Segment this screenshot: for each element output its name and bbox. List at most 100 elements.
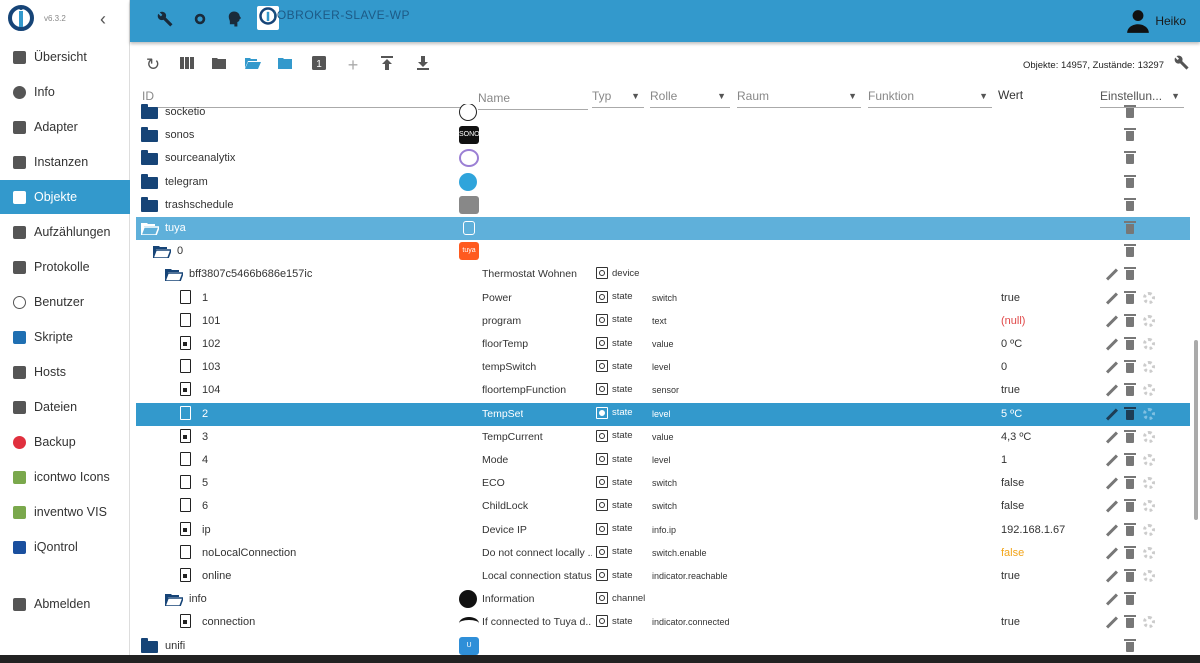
custom-settings-gear-icon[interactable] (1141, 406, 1157, 422)
delete-trash-icon[interactable] (1122, 522, 1138, 538)
delete-trash-icon[interactable] (1122, 406, 1138, 422)
delete-trash-icon[interactable] (1122, 475, 1138, 491)
object-value[interactable]: (null) (1001, 315, 1025, 327)
tree-row[interactable]: 6 ChildLock state switch false (136, 495, 1190, 518)
tree-row[interactable]: sourceanalytix (136, 147, 1190, 170)
delete-trash-icon[interactable] (1122, 614, 1138, 630)
sidebar-item-icontwo-icons[interactable]: icontwo Icons (0, 460, 130, 494)
custom-settings-gear-icon[interactable] (1141, 359, 1157, 375)
sidebar-item-aufzählungen[interactable]: Aufzählungen (0, 215, 130, 249)
tree-row[interactable]: 4 Mode state level 1 (136, 449, 1190, 472)
object-value[interactable]: 4,3 ºC (1001, 431, 1031, 443)
upload-icon[interactable] (378, 56, 396, 74)
tree-row[interactable]: 5 ECO state switch false (136, 472, 1190, 495)
custom-settings-gear-icon[interactable] (1141, 568, 1157, 584)
delete-trash-icon[interactable] (1122, 266, 1138, 282)
folder-open-toggle-icon[interactable] (244, 56, 262, 74)
delete-trash-icon[interactable] (1122, 452, 1138, 468)
object-value[interactable]: true (1001, 616, 1020, 628)
edit-pencil-icon[interactable] (1103, 522, 1119, 538)
edit-pencil-icon[interactable] (1103, 313, 1119, 329)
tree-row[interactable]: socketio (136, 104, 1190, 124)
tree-row[interactable]: sonos SONOS (136, 124, 1190, 147)
edit-pencil-icon[interactable] (1103, 359, 1119, 375)
sidebar-item-iqontrol[interactable]: iQontrol (0, 530, 130, 564)
delete-trash-icon[interactable] (1122, 197, 1138, 213)
tree-row[interactable]: trashschedule (136, 194, 1190, 217)
tree-row[interactable]: 0 tuya (136, 240, 1190, 263)
delete-trash-icon[interactable] (1122, 313, 1138, 329)
delete-trash-icon[interactable] (1122, 220, 1138, 236)
tree-row[interactable]: online Local connection status state indica… (136, 565, 1190, 588)
custom-settings-gear-icon[interactable] (1141, 452, 1157, 468)
sidebar-item-protokolle[interactable]: Protokolle (0, 250, 130, 284)
add-object-button[interactable]: + (344, 56, 362, 74)
delete-trash-icon[interactable] (1122, 174, 1138, 190)
tree-row[interactable]: ip Device IP state info.ip 192.168.1.67 (136, 519, 1190, 542)
collapse-sidebar-icon[interactable]: ‹ (100, 9, 106, 30)
custom-settings-gear-icon[interactable] (1141, 545, 1157, 561)
brightness-icon[interactable] (190, 10, 210, 30)
sidebar-item-info[interactable]: Info (0, 75, 130, 109)
tree-row[interactable]: bff3807c5466b686e157ic Thermostat Wohnen d… (136, 263, 1190, 286)
custom-settings-gear-icon[interactable] (1141, 498, 1157, 514)
object-value[interactable]: true (1001, 570, 1020, 582)
edit-pencil-icon[interactable] (1103, 614, 1119, 630)
delete-trash-icon[interactable] (1122, 127, 1138, 143)
delete-trash-icon[interactable] (1122, 429, 1138, 445)
object-value[interactable]: 1 (1001, 454, 1007, 466)
custom-settings-gear-icon[interactable] (1141, 614, 1157, 630)
columns-icon[interactable] (178, 56, 196, 74)
custom-settings-gear-icon[interactable] (1141, 290, 1157, 306)
tree-row[interactable]: 101 program state text (null) (136, 310, 1190, 333)
tree-row[interactable]: telegram (136, 171, 1190, 194)
edit-pencil-icon[interactable] (1103, 498, 1119, 514)
tree-row[interactable]: 103 tempSwitch state level 0 (136, 356, 1190, 379)
edit-pencil-icon[interactable] (1103, 290, 1119, 306)
object-value[interactable]: false (1001, 500, 1024, 512)
tree-row[interactable]: noLocalConnection Do not connect locally … (136, 542, 1190, 565)
object-value[interactable]: true (1001, 292, 1020, 304)
custom-settings-gear-icon[interactable] (1141, 313, 1157, 329)
custom-settings-gear-icon[interactable] (1141, 382, 1157, 398)
depth-level-icon[interactable]: 1 (310, 56, 328, 74)
sidebar-item-benutzer[interactable]: Benutzer (0, 285, 130, 319)
tree-row[interactable]: 102 floorTemp state value 0 ºC (136, 333, 1190, 356)
edit-pencil-icon[interactable] (1103, 545, 1119, 561)
tree-row[interactable]: 1 Power state switch true (136, 287, 1190, 310)
tree-row[interactable]: 3 TempCurrent state value 4,3 ºC (136, 426, 1190, 449)
delete-trash-icon[interactable] (1122, 591, 1138, 607)
delete-trash-icon[interactable] (1122, 290, 1138, 306)
tree-row[interactable]: unifi U (136, 635, 1190, 656)
folder-expand-icon[interactable] (276, 56, 294, 74)
sidebar-item-adapter[interactable]: Adapter (0, 110, 130, 144)
sidebar-item-skripte[interactable]: Skripte (0, 320, 130, 354)
object-value[interactable]: false (1001, 547, 1024, 559)
sidebar-item-hosts[interactable]: Hosts (0, 355, 130, 389)
delete-trash-icon[interactable] (1122, 545, 1138, 561)
object-value[interactable]: 0 (1001, 361, 1007, 373)
object-value[interactable]: 0 ºC (1001, 338, 1022, 350)
tree-row[interactable]: 104 floortempFunction state sensor true (136, 379, 1190, 402)
custom-settings-gear-icon[interactable] (1141, 475, 1157, 491)
delete-trash-icon[interactable] (1122, 382, 1138, 398)
sidebar-item-objekte[interactable]: Objekte (0, 180, 130, 214)
sidebar-item-instanzen[interactable]: Instanzen (0, 145, 130, 179)
user-menu[interactable]: Heiko (1125, 8, 1186, 34)
delete-trash-icon[interactable] (1122, 568, 1138, 584)
edit-pencil-icon[interactable] (1103, 266, 1119, 282)
tree-row[interactable]: connection If connected to Tuya d... state… (136, 611, 1190, 634)
edit-pencil-icon[interactable] (1103, 382, 1119, 398)
delete-trash-icon[interactable] (1122, 243, 1138, 259)
sidebar-item-abmelden[interactable]: Abmelden (0, 587, 130, 621)
object-value[interactable]: true (1001, 384, 1020, 396)
object-value[interactable]: false (1001, 477, 1024, 489)
settings-wrench-icon[interactable] (1173, 54, 1190, 76)
download-icon[interactable] (414, 56, 432, 74)
edit-pencil-icon[interactable] (1103, 591, 1119, 607)
custom-settings-gear-icon[interactable] (1141, 522, 1157, 538)
custom-settings-gear-icon[interactable] (1141, 429, 1157, 445)
refresh-icon[interactable]: ↻ (144, 56, 162, 74)
object-value[interactable]: 192.168.1.67 (1001, 524, 1065, 536)
folder-closed-icon[interactable] (210, 56, 228, 74)
